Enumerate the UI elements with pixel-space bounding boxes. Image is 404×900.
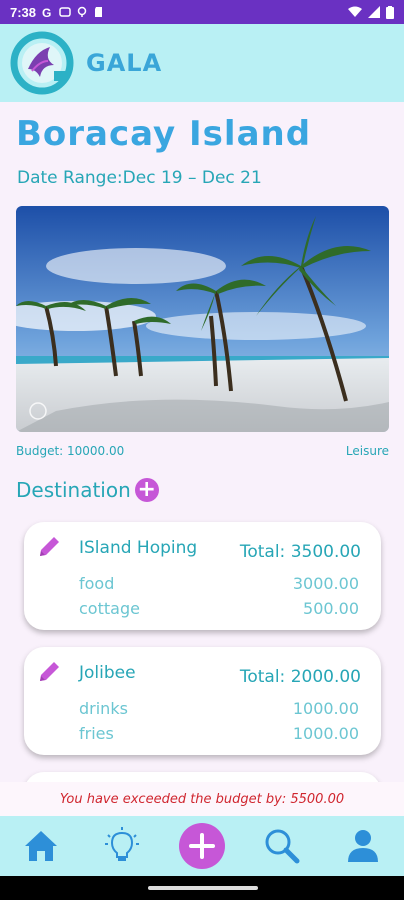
destination-total: Total: 3500.00 bbox=[239, 542, 361, 562]
expense-label: food bbox=[79, 574, 115, 593]
battery-icon bbox=[386, 5, 394, 19]
expense-label: cottage bbox=[79, 599, 140, 618]
expense-row: drinks 1000.00 bbox=[79, 699, 359, 724]
destination-photo bbox=[16, 206, 389, 432]
app-brand-name: GALA bbox=[86, 49, 163, 77]
destination-card[interactable]: ISland Hoping Total: 3500.00 food 3000.0… bbox=[24, 522, 381, 630]
expense-amount: 1000.00 bbox=[292, 724, 359, 743]
destination-total: Total: 2000.00 bbox=[239, 667, 361, 687]
expense-amount: 1000.00 bbox=[292, 699, 359, 718]
status-bar: 7:38 G bbox=[0, 0, 404, 24]
location-icon bbox=[77, 6, 87, 17]
add-destination-button[interactable]: + bbox=[134, 478, 159, 502]
budget-exceeded-alert: You have exceeded the budget by: 5500.00 bbox=[0, 782, 404, 816]
google-icon: G bbox=[42, 6, 51, 18]
destination-name: ISland Hoping bbox=[79, 538, 198, 558]
chat-icon bbox=[59, 7, 71, 17]
nav-ideas-button[interactable] bbox=[97, 821, 147, 871]
expense-label: fries bbox=[79, 724, 114, 743]
nav-profile-button[interactable] bbox=[338, 821, 388, 871]
destination-label: Destination bbox=[16, 478, 131, 502]
expense-row: fries 1000.00 bbox=[79, 724, 359, 749]
expense-amount: 500.00 bbox=[303, 599, 359, 618]
add-icon bbox=[188, 833, 215, 859]
profile-icon bbox=[348, 830, 379, 862]
search-icon bbox=[265, 829, 300, 864]
lightbulb-icon bbox=[105, 827, 140, 861]
home-icon bbox=[24, 831, 57, 861]
destination-card[interactable]: Jolibee Total: 2000.00 drinks 1000.00 fr… bbox=[24, 647, 381, 755]
svg-text:G: G bbox=[42, 6, 51, 18]
edit-pencil-icon[interactable] bbox=[36, 659, 62, 685]
gala-logo-icon bbox=[10, 31, 74, 95]
signal-icon bbox=[368, 6, 380, 18]
system-gesture-bar bbox=[0, 876, 404, 900]
status-time: 7:38 bbox=[10, 4, 37, 20]
trip-category: Leisure bbox=[345, 444, 389, 458]
date-range: Date Range:Dec 19 – Dec 21 bbox=[17, 168, 262, 188]
app-bar: GALA bbox=[0, 24, 404, 102]
nav-home-button[interactable] bbox=[16, 821, 66, 871]
expense-label: drinks bbox=[79, 699, 128, 718]
wifi-icon bbox=[348, 6, 362, 17]
expense-amount: 3000.00 bbox=[292, 574, 359, 593]
budget-label: Budget: 10000.00 bbox=[16, 444, 125, 458]
edit-pencil-icon[interactable] bbox=[36, 534, 62, 560]
sdcard-icon bbox=[95, 7, 103, 17]
expense-row: food 3000.00 bbox=[79, 574, 359, 599]
nav-search-button[interactable] bbox=[257, 821, 307, 871]
destination-header: Destination + bbox=[16, 478, 159, 502]
destination-name: Jolibee bbox=[79, 663, 136, 683]
bottom-nav bbox=[0, 816, 404, 876]
trip-title: Boracay Island bbox=[16, 114, 312, 154]
home-indicator[interactable] bbox=[148, 886, 258, 890]
expense-row: cottage 500.00 bbox=[79, 599, 359, 624]
nav-add-button[interactable] bbox=[178, 823, 225, 869]
